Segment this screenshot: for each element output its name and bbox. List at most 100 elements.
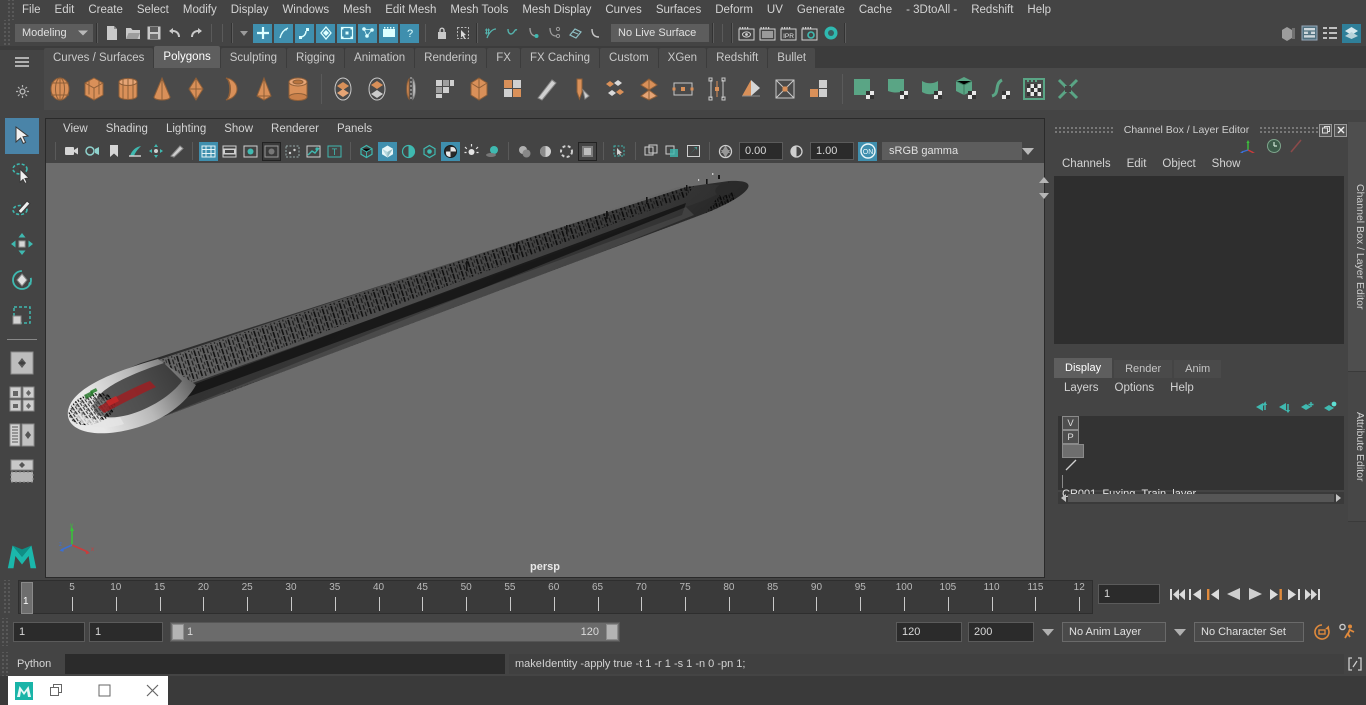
menu-drag-handle[interactable] xyxy=(6,0,15,20)
poly-combine-icon[interactable] xyxy=(327,72,358,106)
step-forward-keyframe-icon[interactable] xyxy=(1285,585,1301,603)
animation-preferences-icon[interactable] xyxy=(1334,623,1360,641)
resolution-gate-icon[interactable] xyxy=(241,142,260,161)
play-forwards-icon[interactable] xyxy=(1245,585,1265,603)
viewport-menu-panels[interactable]: Panels xyxy=(328,119,381,139)
camera-select-icon[interactable] xyxy=(62,142,81,161)
poly-mirror-icon[interactable] xyxy=(395,72,426,106)
layer-menu-options[interactable]: Options xyxy=(1107,382,1163,394)
bookmark-icon[interactable] xyxy=(104,142,123,161)
character-set-selector[interactable]: No Character Set xyxy=(1194,622,1304,642)
shelf-tab-rendering[interactable]: Rendering xyxy=(415,48,487,68)
channel-box-menu-show[interactable]: Show xyxy=(1204,158,1249,170)
four-view[interactable] xyxy=(5,381,39,417)
uv-contour-icon[interactable] xyxy=(984,72,1015,106)
step-back-frame-icon[interactable] xyxy=(1205,585,1221,603)
poly-cone-icon[interactable] xyxy=(146,72,177,106)
menu-item-help[interactable]: Help xyxy=(1020,0,1058,20)
poly-torus-icon[interactable] xyxy=(180,72,211,106)
channel-box-menu-edit[interactable]: Edit xyxy=(1119,158,1155,170)
move-layer-up-icon[interactable] xyxy=(1253,400,1269,414)
layer-shading-mode-icon[interactable] xyxy=(1064,458,1078,472)
viewport-3d-canvas[interactable]: persp y z x xyxy=(46,163,1044,577)
poly-bevel-icon[interactable] xyxy=(599,72,630,106)
range-drag-handle[interactable] xyxy=(0,618,9,646)
smooth-shade-icon[interactable] xyxy=(378,141,397,161)
anim-layer-selector[interactable]: No Anim Layer xyxy=(1062,622,1166,642)
render-settings-icon[interactable] xyxy=(800,24,819,43)
uv-cut-sew-icon[interactable] xyxy=(1052,72,1083,106)
poly-pyramid-icon[interactable] xyxy=(248,72,279,106)
ao-icon[interactable] xyxy=(515,142,534,161)
channel-box-attribute-list[interactable] xyxy=(1054,176,1344,344)
uv-editor-icon[interactable] xyxy=(1018,72,1049,106)
poly-separate-icon[interactable] xyxy=(361,72,392,106)
step-back-keyframe-icon[interactable] xyxy=(1187,585,1203,603)
shelf-menu-icon[interactable] xyxy=(15,57,29,67)
poly-crease-icon[interactable] xyxy=(803,72,834,106)
go-to-start-icon[interactable] xyxy=(1169,585,1185,603)
panel-drag-handle[interactable] xyxy=(1054,126,1114,134)
2d-pan-zoom-icon[interactable] xyxy=(146,142,165,161)
poly-target-weld-icon[interactable] xyxy=(565,72,596,106)
menu-set-selector[interactable]: Modeling xyxy=(15,24,93,42)
uv-planar-icon[interactable] xyxy=(882,72,913,106)
irender-region-icon[interactable] xyxy=(758,24,777,43)
make-live-icon[interactable] xyxy=(587,24,606,43)
lasso-select-tool[interactable] xyxy=(5,154,39,190)
slash-icon[interactable] xyxy=(1288,138,1304,154)
chevron-down-icon[interactable] xyxy=(1174,628,1186,636)
use-default-material-icon[interactable] xyxy=(441,141,460,161)
layer-tab-anim[interactable]: Anim xyxy=(1174,360,1222,378)
shelf-tab-animation[interactable]: Animation xyxy=(345,48,415,68)
snap-grid-icon[interactable] xyxy=(482,24,501,43)
clock-icon[interactable] xyxy=(1266,138,1282,154)
select-handles-icon[interactable] xyxy=(316,23,335,43)
uv-cylindrical-icon[interactable] xyxy=(916,72,947,106)
move-layer-down-icon[interactable] xyxy=(1276,400,1292,414)
layer-tab-render[interactable]: Render xyxy=(1114,360,1173,378)
image-plane-icon[interactable] xyxy=(125,142,144,161)
menu-item-modify[interactable]: Modify xyxy=(176,0,224,20)
range-end-handle[interactable] xyxy=(606,624,618,640)
poly-face-icon[interactable] xyxy=(735,72,766,106)
wireframe-icon[interactable] xyxy=(357,142,376,161)
auto-keyframe-icon[interactable] xyxy=(1310,623,1334,641)
range-start-handle[interactable] xyxy=(172,624,184,640)
poly-cylinder-icon[interactable] xyxy=(112,72,143,106)
viewport-menu-shading[interactable]: Shading xyxy=(97,119,157,139)
layer-playback-toggle[interactable]: P xyxy=(1062,430,1079,444)
motion-blur-icon[interactable] xyxy=(536,142,555,161)
step-forward-frame-icon[interactable] xyxy=(1267,585,1283,603)
menu-item-mesh-tools[interactable]: Mesh Tools xyxy=(443,0,515,20)
paint-select-tool[interactable] xyxy=(5,190,39,226)
select-by-hierarchy-icon[interactable] xyxy=(253,23,272,43)
chevron-down-icon[interactable] xyxy=(240,30,248,36)
menu-item-curves[interactable]: Curves xyxy=(598,0,648,20)
menu-item-3dtoall[interactable]: - 3DtoAll - xyxy=(899,0,964,20)
scale-tool[interactable] xyxy=(5,298,39,334)
open-scene-icon[interactable] xyxy=(123,24,142,43)
select-tool[interactable] xyxy=(5,118,39,154)
film-origin-icon[interactable] xyxy=(283,142,302,161)
menu-item-edit-mesh[interactable]: Edit Mesh xyxy=(378,0,443,20)
poly-smooth-icon[interactable] xyxy=(463,72,494,106)
poly-multicut-icon[interactable] xyxy=(531,72,562,106)
poly-bridge-icon[interactable] xyxy=(429,72,460,106)
hardware-texture-icon[interactable] xyxy=(420,142,439,161)
multisample-icon[interactable] xyxy=(557,142,576,161)
hypershade-icon[interactable] xyxy=(821,24,840,43)
undo-icon[interactable] xyxy=(165,24,184,43)
menu-item-file[interactable]: File xyxy=(15,0,48,20)
layer-tab-display[interactable]: Display xyxy=(1054,358,1113,378)
panel-drag-handle[interactable] xyxy=(1259,126,1319,134)
menu-item-mesh[interactable]: Mesh xyxy=(336,0,378,20)
display-layer-list[interactable]: V P CR001_Fuxing_Train_layer xyxy=(1058,416,1344,500)
texture-border-icon[interactable]: T xyxy=(325,142,344,161)
side-tab-channel-box[interactable]: Channel Box / Layer Editor xyxy=(1348,122,1366,372)
gamma-icon[interactable] xyxy=(787,142,806,161)
hypergraph-persp-view[interactable] xyxy=(5,453,39,489)
maya-app-icon[interactable] xyxy=(8,676,40,705)
snap-projected-icon[interactable] xyxy=(545,24,564,43)
viewport-menu-lighting[interactable]: Lighting xyxy=(157,119,215,139)
